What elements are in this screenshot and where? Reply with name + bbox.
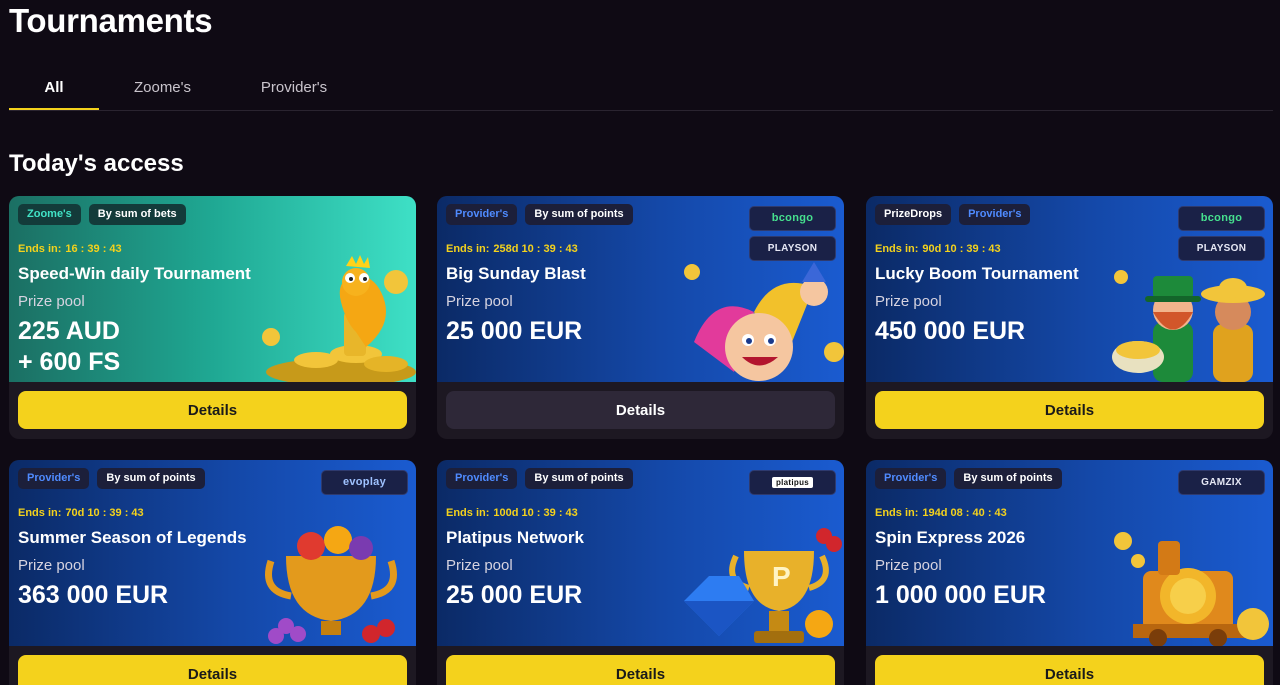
tab-providers[interactable]: Provider's bbox=[249, 70, 339, 110]
tournament-title: Big Sunday Blast bbox=[446, 264, 586, 283]
prize-value: 1 000 000 EUR bbox=[875, 580, 1046, 611]
ends-time: 90d 10 : 39 : 43 bbox=[922, 243, 1001, 255]
details-button[interactable]: Details bbox=[18, 655, 407, 685]
tournament-type-badge: Provider's bbox=[959, 204, 1031, 225]
tournament-title: Summer Season of Legends bbox=[18, 528, 247, 547]
prize-label: Prize pool bbox=[875, 557, 942, 574]
scoring-badge: By sum of bets bbox=[88, 204, 186, 225]
card-banner[interactable]: PrizeDrops Provider's bcongo PLAYSON End… bbox=[866, 196, 1273, 382]
scoring-badge: By sum of points bbox=[525, 204, 633, 225]
ends-label: Ends in: bbox=[875, 243, 919, 255]
details-button[interactable]: Details bbox=[446, 391, 835, 429]
card-banner[interactable]: Provider's By sum of points bcongo PLAYS… bbox=[437, 196, 844, 382]
scoring-badge: By sum of points bbox=[97, 468, 205, 489]
countdown: Ends in: 194d 08 : 40 : 43 bbox=[875, 507, 1007, 519]
svg-text:P: P bbox=[772, 561, 791, 592]
ends-time: 70d 10 : 39 : 43 bbox=[65, 507, 144, 519]
ends-label: Ends in: bbox=[446, 243, 490, 255]
details-button[interactable]: Details bbox=[875, 655, 1264, 685]
ends-time: 16 : 39 : 43 bbox=[65, 243, 122, 255]
countdown: Ends in: 258d 10 : 39 : 43 bbox=[446, 243, 578, 255]
tournament-card: PrizeDrops Provider's bcongo PLAYSON End… bbox=[866, 196, 1273, 439]
ends-time: 100d 10 : 39 : 43 bbox=[493, 507, 578, 519]
countdown: Ends in: 16 : 39 : 43 bbox=[18, 243, 122, 255]
prize-amount: 450 000 EUR bbox=[875, 317, 1026, 345]
card-banner[interactable]: Provider's By sum of points evoplay Ends… bbox=[9, 460, 416, 646]
train-coins-icon bbox=[1114, 532, 1269, 646]
prize-value: 450 000 EUR bbox=[875, 316, 1025, 347]
tournament-title: Platipus Network bbox=[446, 528, 584, 547]
fruit-trophy-icon bbox=[265, 526, 397, 644]
prize-amount: 25 000 EUR bbox=[446, 317, 583, 345]
tournament-card: Provider's By sum of points platipus End… bbox=[437, 460, 844, 685]
leprechaun-icon bbox=[1112, 270, 1265, 382]
tournament-card: Provider's By sum of points bcongo PLAYS… bbox=[437, 196, 844, 439]
tournament-card: Provider's By sum of points evoplay Ends… bbox=[9, 460, 416, 685]
ends-time: 258d 10 : 39 : 43 bbox=[493, 243, 578, 255]
section-title: Today's access bbox=[9, 150, 184, 177]
prize-value: 25 000 EUR bbox=[446, 580, 582, 611]
card-banner[interactable]: Provider's By sum of points GAMZIX Ends … bbox=[866, 460, 1273, 646]
prize-label: Prize pool bbox=[18, 293, 85, 310]
countdown: Ends in: 90d 10 : 39 : 43 bbox=[875, 243, 1001, 255]
prize-value: 225 AUD + 600 FS bbox=[18, 316, 120, 378]
details-button[interactable]: Details bbox=[875, 391, 1264, 429]
ends-label: Ends in: bbox=[875, 507, 919, 519]
tournament-title: Speed-Win daily Tournament bbox=[18, 264, 251, 283]
provider-logo-bcongo: bcongo bbox=[1178, 206, 1265, 231]
provider-logo-evoplay: evoplay bbox=[321, 470, 408, 495]
tournament-type-badge: Provider's bbox=[446, 204, 518, 225]
countdown: Ends in: 100d 10 : 39 : 43 bbox=[446, 507, 578, 519]
card-banner[interactable]: Zoome's By sum of bets Ends in: 16 : 39 :… bbox=[9, 196, 416, 382]
provider-logo-gamzix: GAMZIX bbox=[1178, 470, 1265, 495]
gem-trophy-icon: P bbox=[684, 528, 842, 643]
tournament-type-badge: Zoome's bbox=[18, 204, 81, 225]
card-banner[interactable]: Provider's By sum of points platipus End… bbox=[437, 460, 844, 646]
tournament-title: Spin Express 2026 bbox=[875, 528, 1026, 547]
details-button[interactable]: Details bbox=[18, 391, 407, 429]
provider-logo-platipus: platipus bbox=[749, 470, 836, 495]
tabs-bar: All Zoome's Provider's bbox=[9, 70, 1273, 111]
prize-amount: 25 000 EUR bbox=[446, 581, 583, 609]
ends-label: Ends in: bbox=[446, 507, 490, 519]
prize-amount: 225 AUD bbox=[18, 317, 120, 345]
countdown: Ends in: 70d 10 : 39 : 43 bbox=[18, 507, 144, 519]
prize-amount: 363 000 EUR bbox=[18, 581, 169, 609]
prize-value: 363 000 EUR bbox=[18, 580, 168, 611]
provider-logo-bcongo: bcongo bbox=[749, 206, 836, 231]
prizedrops-badge: PrizeDrops bbox=[875, 204, 952, 225]
prize-extra: + 600 FS bbox=[18, 348, 121, 376]
tournament-type-badge: Provider's bbox=[875, 468, 947, 489]
prize-label: Prize pool bbox=[875, 293, 942, 310]
gecko-coins-icon bbox=[262, 255, 416, 382]
tournament-card: Zoome's By sum of bets Ends in: 16 : 39 :… bbox=[9, 196, 416, 439]
ends-time: 194d 08 : 40 : 43 bbox=[922, 507, 1007, 519]
ends-label: Ends in: bbox=[18, 507, 62, 519]
jester-icon bbox=[684, 262, 844, 381]
prize-label: Prize pool bbox=[18, 557, 85, 574]
page-title: Tournaments bbox=[9, 2, 213, 39]
scoring-badge: By sum of points bbox=[954, 468, 1062, 489]
tournament-type-badge: Provider's bbox=[18, 468, 90, 489]
prize-value: 25 000 EUR bbox=[446, 316, 582, 347]
tab-zoomes[interactable]: Zoome's bbox=[119, 70, 206, 110]
tournament-type-badge: Provider's bbox=[446, 468, 518, 489]
prize-label: Prize pool bbox=[446, 557, 513, 574]
details-button[interactable]: Details bbox=[446, 655, 835, 685]
ends-label: Ends in: bbox=[18, 243, 62, 255]
tab-all[interactable]: All bbox=[9, 70, 99, 110]
prize-label: Prize pool bbox=[446, 293, 513, 310]
platipus-logo-text: platipus bbox=[771, 477, 814, 488]
prize-amount: 1 000 000 EUR bbox=[875, 581, 1046, 609]
scoring-badge: By sum of points bbox=[525, 468, 633, 489]
tournament-card: Provider's By sum of points GAMZIX Ends … bbox=[866, 460, 1273, 685]
tournament-title: Lucky Boom Tournament bbox=[875, 264, 1079, 283]
